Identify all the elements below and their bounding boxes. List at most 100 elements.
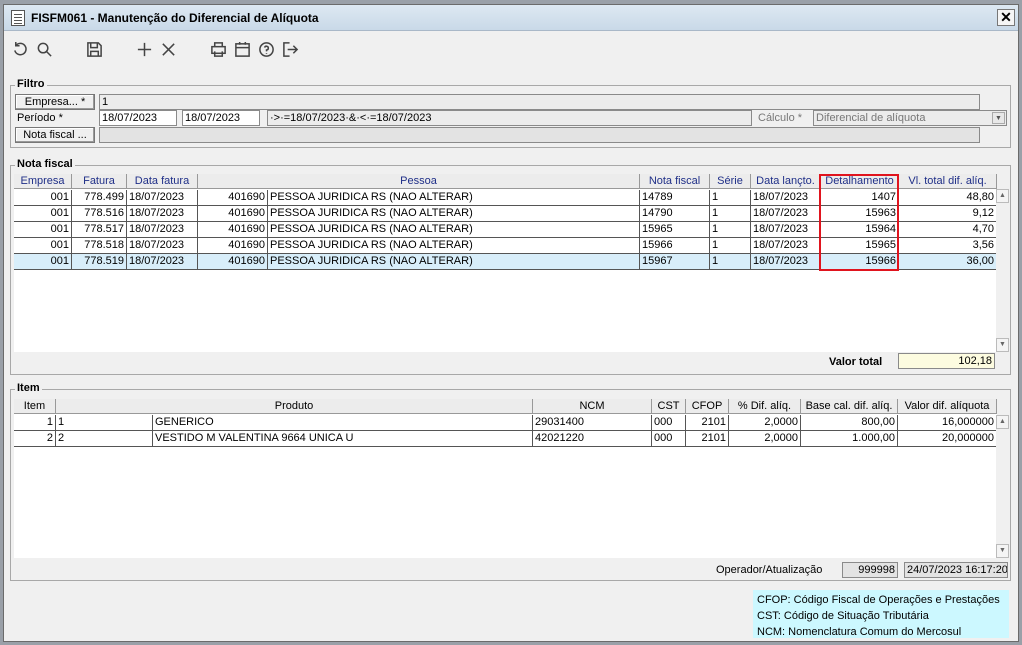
cell-produto-codigo[interactable]: 1 (56, 415, 153, 431)
cell-serie[interactable]: 1 (710, 206, 751, 222)
chevron-down-icon[interactable]: ▼ (992, 112, 1005, 124)
cell-empresa[interactable]: 001 (14, 206, 72, 222)
col-header-nota-fiscal[interactable]: Nota fiscal (640, 174, 710, 189)
cell-dif-aliq[interactable]: 2,0000 (729, 431, 801, 447)
cell-vl-total[interactable]: 9,12 (899, 206, 997, 222)
cell-item[interactable]: 2 (14, 431, 56, 447)
cell-valor-dif[interactable]: 16,000000 (898, 415, 997, 431)
col-header-data-lancto[interactable]: Data lançto. (751, 174, 821, 189)
cell-base-calc[interactable]: 800,00 (801, 415, 898, 431)
scroll-up-icon[interactable]: ▲ (996, 415, 1009, 429)
table-row[interactable]: 2 2 VESTIDO M VALENTINA 9664 UNICA U 420212… (14, 431, 997, 447)
cell-vl-total[interactable]: 36,00 (899, 254, 997, 270)
cell-cfop[interactable]: 2101 (686, 431, 729, 447)
cell-serie[interactable]: 1 (710, 238, 751, 254)
cell-data-fatura[interactable]: 18/07/2023 (127, 190, 198, 206)
help-icon[interactable] (254, 37, 278, 61)
cell-pessoa-codigo[interactable]: 401690 (198, 190, 268, 206)
cell-empresa[interactable]: 001 (14, 190, 72, 206)
cell-cst[interactable]: 000 (652, 415, 686, 431)
cell-item[interactable]: 1 (14, 415, 56, 431)
cell-serie[interactable]: 1 (710, 190, 751, 206)
col-header-cst[interactable]: CST (652, 399, 686, 414)
empresa-field[interactable]: 1 (99, 94, 980, 110)
cell-nota-fiscal[interactable]: 15967 (640, 254, 710, 270)
cell-serie[interactable]: 1 (710, 254, 751, 270)
cell-pessoa-nome[interactable]: PESSOA JURIDICA RS (NAO ALTERAR) (268, 254, 640, 270)
cell-pessoa-codigo[interactable]: 401690 (198, 254, 268, 270)
cell-pessoa-nome[interactable]: PESSOA JURIDICA RS (NAO ALTERAR) (268, 238, 640, 254)
cell-data-lancto[interactable]: 18/07/2023 (751, 206, 821, 222)
calendar-icon[interactable] (230, 37, 254, 61)
cell-produto-nome[interactable]: VESTIDO M VALENTINA 9664 UNICA U (153, 431, 533, 447)
cell-fatura[interactable]: 778.516 (72, 206, 127, 222)
cell-ncm[interactable]: 42021220 (533, 431, 652, 447)
delete-icon[interactable] (156, 37, 180, 61)
periodo-inicio-field[interactable]: 18/07/2023 (99, 110, 177, 126)
col-header-base-calc[interactable]: Base cal. dif. alíq. (801, 399, 898, 414)
col-header-cfop[interactable]: CFOP (686, 399, 729, 414)
cell-fatura[interactable]: 778.519 (72, 254, 127, 270)
col-header-vl-total[interactable]: Vl. total dif. alíq. (899, 174, 997, 189)
cell-nota-fiscal[interactable]: 15966 (640, 238, 710, 254)
col-header-data-fatura[interactable]: Data fatura (127, 174, 198, 189)
add-icon[interactable] (132, 37, 156, 61)
col-header-ncm[interactable]: NCM (533, 399, 652, 414)
cell-vl-total[interactable]: 4,70 (899, 222, 997, 238)
scroll-down-icon[interactable]: ▼ (996, 338, 1009, 352)
cell-pessoa-nome[interactable]: PESSOA JURIDICA RS (NAO ALTERAR) (268, 190, 640, 206)
scroll-up-icon[interactable]: ▲ (996, 189, 1009, 203)
cell-empresa[interactable]: 001 (14, 238, 72, 254)
cell-vl-total[interactable]: 48,80 (899, 190, 997, 206)
cell-pessoa-codigo[interactable]: 401690 (198, 206, 268, 222)
cell-pessoa-nome[interactable]: PESSOA JURIDICA RS (NAO ALTERAR) (268, 206, 640, 222)
cell-serie[interactable]: 1 (710, 222, 751, 238)
cell-data-lancto[interactable]: 18/07/2023 (751, 222, 821, 238)
cell-cst[interactable]: 000 (652, 431, 686, 447)
cell-data-fatura[interactable]: 18/07/2023 (127, 238, 198, 254)
save-icon[interactable] (82, 37, 106, 61)
cell-data-fatura[interactable]: 18/07/2023 (127, 206, 198, 222)
cell-empresa[interactable]: 001 (14, 254, 72, 270)
cell-fatura[interactable]: 778.517 (72, 222, 127, 238)
close-button[interactable]: ✕ (997, 9, 1015, 26)
nota-fiscal-field[interactable] (99, 127, 980, 143)
table-row[interactable]: 1 1 GENERICO 29031400 000 2101 2,0000 800,00 16,… (14, 415, 997, 431)
cell-pessoa-codigo[interactable]: 401690 (198, 238, 268, 254)
cell-fatura[interactable]: 778.518 (72, 238, 127, 254)
empresa-button[interactable]: Empresa... * (15, 94, 95, 110)
cell-pessoa-codigo[interactable]: 401690 (198, 222, 268, 238)
cell-pessoa-nome[interactable]: PESSOA JURIDICA RS (NAO ALTERAR) (268, 222, 640, 238)
cell-fatura[interactable]: 778.499 (72, 190, 127, 206)
cell-valor-dif[interactable]: 20,000000 (898, 431, 997, 447)
col-header-valor-dif[interactable]: Valor dif. alíquota (898, 399, 997, 414)
search-icon[interactable] (32, 37, 56, 61)
col-header-serie[interactable]: Série (710, 174, 751, 189)
cell-data-lancto[interactable]: 18/07/2023 (751, 254, 821, 270)
cell-cfop[interactable]: 2101 (686, 415, 729, 431)
cell-nota-fiscal[interactable]: 15965 (640, 222, 710, 238)
cell-base-calc[interactable]: 1.000,00 (801, 431, 898, 447)
cell-produto-codigo[interactable]: 2 (56, 431, 153, 447)
cell-vl-total[interactable]: 3,56 (899, 238, 997, 254)
col-header-produto[interactable]: Produto (56, 399, 533, 414)
cell-dif-aliq[interactable]: 2,0000 (729, 415, 801, 431)
nota-fiscal-button[interactable]: Nota fiscal ... (15, 127, 95, 143)
col-header-fatura[interactable]: Fatura (72, 174, 127, 189)
col-header-pessoa[interactable]: Pessoa (198, 174, 640, 189)
scroll-down-icon[interactable]: ▼ (996, 544, 1009, 558)
cell-data-fatura[interactable]: 18/07/2023 (127, 222, 198, 238)
calculo-select[interactable]: Diferencial de alíquota ▼ (813, 110, 1007, 126)
exit-icon[interactable] (278, 37, 302, 61)
print-icon[interactable] (206, 37, 230, 61)
periodo-fim-field[interactable]: 18/07/2023 (182, 110, 260, 126)
cell-data-lancto[interactable]: 18/07/2023 (751, 238, 821, 254)
cell-nota-fiscal[interactable]: 14790 (640, 206, 710, 222)
cell-produto-nome[interactable]: GENERICO (153, 415, 533, 431)
cell-nota-fiscal[interactable]: 14789 (640, 190, 710, 206)
cell-ncm[interactable]: 29031400 (533, 415, 652, 431)
col-header-empresa[interactable]: Empresa (14, 174, 72, 189)
cell-data-fatura[interactable]: 18/07/2023 (127, 254, 198, 270)
col-header-item[interactable]: Item (14, 399, 56, 414)
cell-data-lancto[interactable]: 18/07/2023 (751, 190, 821, 206)
